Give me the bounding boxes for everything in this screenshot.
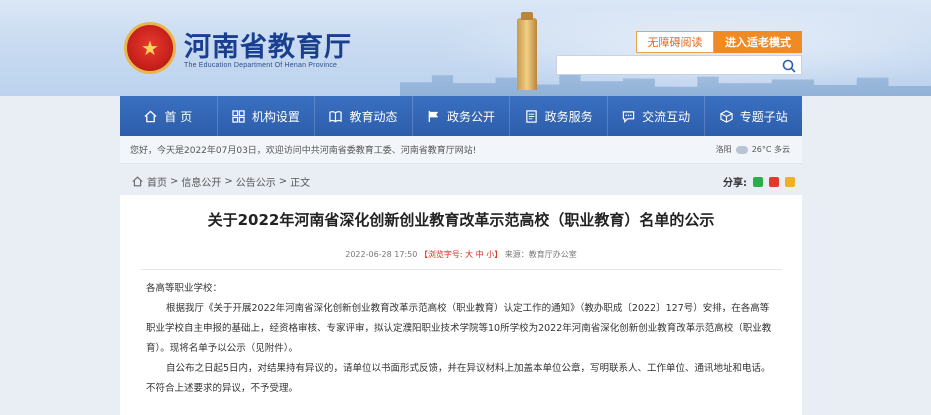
breadcrumb-current: 正文 bbox=[290, 177, 311, 189]
breadcrumb: 首页 > 信息公开 > 公告公示 > 正文 分享: bbox=[120, 168, 802, 194]
main-nav: 首 页 机构设置 教育动态 政务公开 政务服务 交流互动 专题子站 bbox=[120, 96, 802, 136]
home-icon bbox=[132, 175, 143, 186]
nav-label: 机构设置 bbox=[251, 109, 300, 124]
wechat-icon[interactable] bbox=[753, 176, 763, 187]
article-title: 关于2022年河南省深化创新创业教育改革示范高校（职业教育）名单的公示 bbox=[207, 211, 715, 229]
chat-icon bbox=[622, 110, 635, 123]
qzone-icon[interactable] bbox=[785, 176, 795, 187]
accessible-reading-button[interactable]: 无障碍阅读 bbox=[636, 31, 714, 53]
article-source: 来源：教育厅办公室 bbox=[504, 250, 577, 259]
site-subtitle: The Education Department Of Henan Provin… bbox=[184, 62, 338, 69]
grid-icon bbox=[232, 109, 245, 123]
weather-widget: 洛阳 26°C 多云 bbox=[716, 144, 790, 155]
article-panel: 关于2022年河南省深化创新创业教育改革示范高校（职业教育）名单的公示 2022… bbox=[120, 195, 802, 415]
nav-item-gov-open[interactable]: 政务公开 bbox=[413, 96, 511, 136]
flag-icon bbox=[428, 110, 439, 122]
share-label: 分享: bbox=[723, 178, 747, 189]
doc-icon bbox=[525, 109, 537, 123]
breadcrumb-home[interactable]: 首页 bbox=[147, 174, 167, 189]
weather-text: 26°C 多云 bbox=[751, 145, 790, 154]
cloud-icon bbox=[735, 145, 748, 154]
site-title[interactable]: 河南省教育厅 bbox=[184, 25, 352, 64]
nav-label: 政务公开 bbox=[447, 109, 496, 124]
article-date: 2022-06-28 17:50 bbox=[345, 250, 418, 259]
book-icon bbox=[329, 110, 343, 122]
search-icon[interactable] bbox=[781, 58, 797, 74]
article-meta: 2022-06-28 17:50 【浏览字号: 大 中 小】 来源：教育厅办公室 bbox=[120, 249, 802, 260]
nav-label: 政务服务 bbox=[544, 109, 593, 124]
elder-mode-button[interactable]: 进入适老模式 bbox=[714, 31, 802, 53]
breadcrumb-sep: > bbox=[224, 175, 233, 187]
breadcrumb-notices[interactable]: 公告公示 bbox=[236, 174, 276, 189]
welcome-bar: 您好，今天是2022年07月03日，欢迎访问中共河南省委教育工委、河南省教育厅网… bbox=[120, 136, 802, 164]
article-body: 各高等职业学校： 根据我厅《关于开展2022年河南省深化创新创业教育改革示范高校… bbox=[146, 279, 776, 399]
weibo-icon[interactable] bbox=[769, 176, 779, 187]
header-banner: ★ 河南省教育厅 The Education Department Of Hen… bbox=[0, 0, 931, 96]
cube-icon bbox=[720, 109, 733, 123]
weather-city: 洛阳 bbox=[715, 145, 732, 154]
article-paragraph: 根据我厅《关于开展2022年河南省深化创新创业教育改革示范高校（职业教育）认定工… bbox=[146, 303, 772, 354]
nav-label: 教育动态 bbox=[349, 109, 398, 124]
nav-item-services[interactable]: 政务服务 bbox=[510, 96, 608, 136]
welcome-text: 您好，今天是2022年07月03日，欢迎访问中共河南省委教育工委、河南省教育厅网… bbox=[130, 146, 477, 156]
nav-item-home[interactable]: 首 页 bbox=[120, 96, 218, 136]
nav-item-org[interactable]: 机构设置 bbox=[218, 96, 316, 136]
breadcrumb-sep: > bbox=[170, 175, 179, 187]
nav-item-news[interactable]: 教育动态 bbox=[315, 96, 413, 136]
home-icon bbox=[144, 110, 157, 122]
nav-item-interaction[interactable]: 交流互动 bbox=[608, 96, 706, 136]
nav-item-topics[interactable]: 专题子站 bbox=[705, 96, 802, 136]
nav-label: 首 页 bbox=[164, 109, 193, 124]
divider bbox=[140, 269, 782, 270]
article-greeting: 各高等职业学校： bbox=[146, 283, 223, 294]
national-emblem-icon[interactable]: ★ bbox=[124, 22, 176, 74]
share-bar: 分享: bbox=[723, 174, 798, 189]
breadcrumb-info-open[interactable]: 信息公开 bbox=[181, 174, 221, 189]
tower-image bbox=[517, 12, 537, 90]
breadcrumb-sep: > bbox=[278, 175, 288, 187]
nav-label: 专题子站 bbox=[739, 109, 788, 124]
nav-label: 交流互动 bbox=[642, 109, 691, 124]
article-paragraph: 自公布之日起5日内，对结果持有异议的，请单位以书面形式反馈，并在异议材料上加盖本… bbox=[146, 363, 771, 394]
banner-sky bbox=[380, 10, 931, 96]
font-size-control[interactable]: 【浏览字号: 大 中 小】 bbox=[420, 250, 502, 259]
search-input[interactable] bbox=[556, 55, 802, 75]
